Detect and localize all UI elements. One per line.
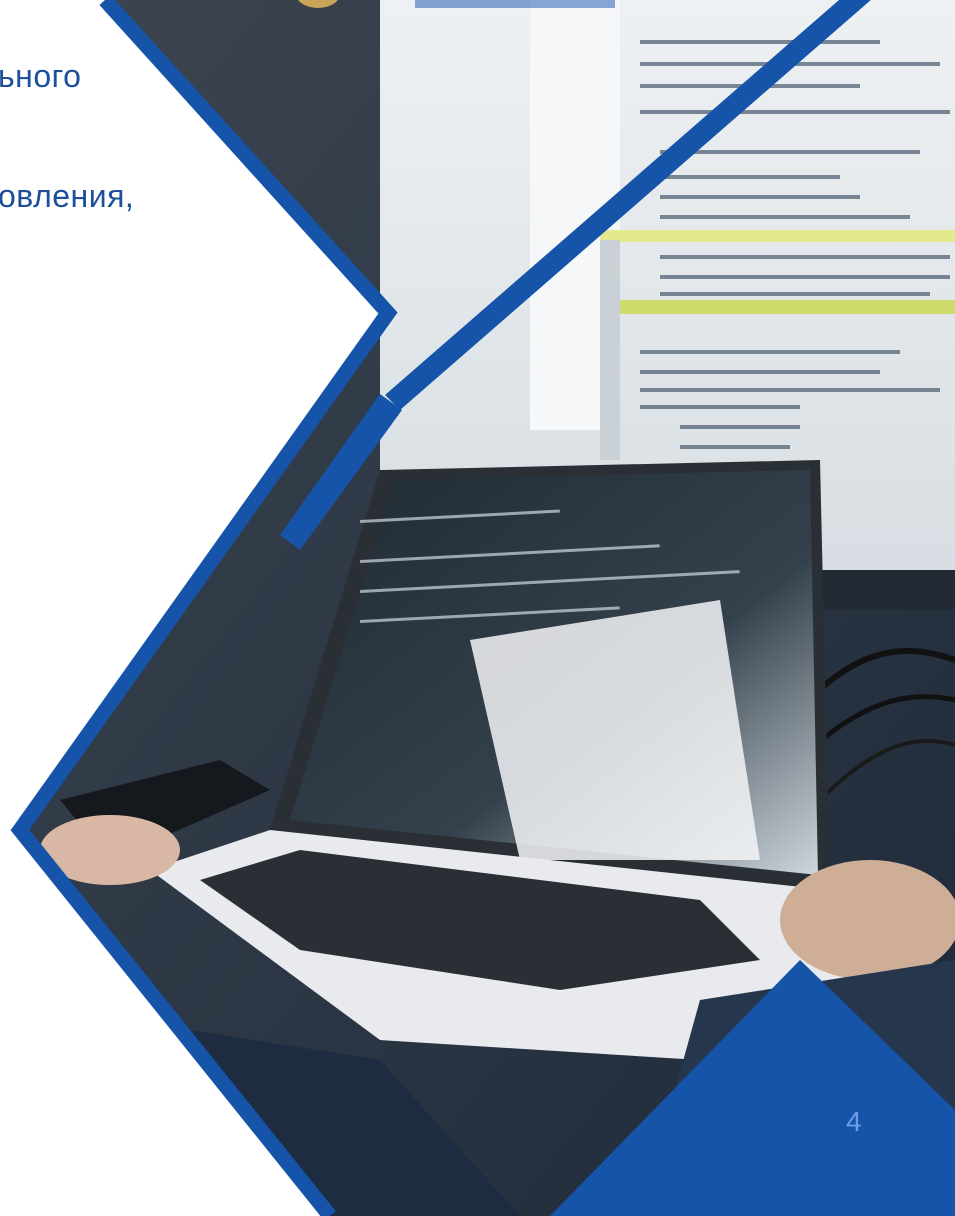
photo-laptop-code <box>10 0 955 1216</box>
code-highlight-line <box>600 300 955 314</box>
text-line-2: овления, <box>0 178 135 214</box>
page-number: 4 <box>846 1106 862 1137</box>
slide: ьного овления, 4 <box>0 0 955 1216</box>
text-line-1: ьного <box>0 58 82 94</box>
